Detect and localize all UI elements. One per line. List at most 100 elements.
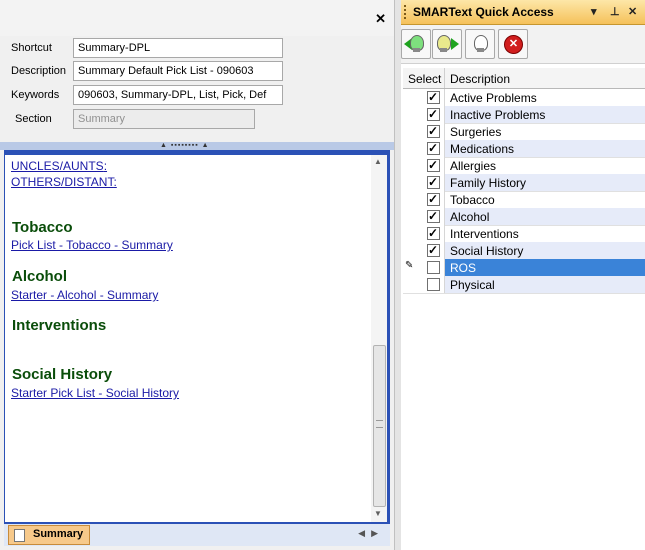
description-input[interactable]: Summary Default Pick List - 090603: [73, 61, 283, 81]
shortcut-form: Shortcut Summary-DPL Description Summary…: [0, 36, 394, 142]
cancel-button[interactable]: ✕: [498, 29, 528, 59]
scrollbar-thumb[interactable]: [373, 345, 386, 507]
row-label: Interventions: [450, 227, 519, 241]
row-label: Social History: [450, 244, 524, 258]
row-checkbox[interactable]: ✓: [427, 107, 440, 121]
shortcut-input[interactable]: Summary-DPL: [73, 38, 283, 58]
description-cell[interactable]: Interventions: [445, 225, 645, 242]
lightbulb-icon: [437, 35, 451, 52]
select-cell[interactable]: ✓: [403, 191, 445, 208]
link-others-distant[interactable]: OTHERS/DISTANT:: [11, 175, 117, 189]
document-icon: [14, 529, 25, 542]
keywords-input[interactable]: 090603, Summary-DPL, List, Pick, Def: [73, 85, 283, 105]
description-cell[interactable]: Social History: [445, 242, 645, 259]
checkmark-icon: ✓: [428, 90, 439, 104]
row-label: Family History: [450, 176, 527, 190]
lightbulb-icon: [410, 35, 424, 52]
select-cell[interactable]: ✓: [403, 225, 445, 242]
description-cell[interactable]: Surgeries: [445, 123, 645, 140]
vertical-scrollbar[interactable]: ▲ ▼: [371, 155, 387, 522]
grid-header: Select Description: [403, 68, 645, 89]
description-cell[interactable]: Inactive Problems: [445, 106, 645, 123]
row-checkbox[interactable]: ✓: [427, 158, 440, 172]
table-row[interactable]: ✓ Tobacco: [403, 191, 645, 209]
table-row[interactable]: Physical: [403, 276, 645, 294]
table-row[interactable]: ✓ Medications: [403, 140, 645, 158]
row-checkbox[interactable]: [427, 278, 440, 291]
row-checkbox[interactable]: ✓: [427, 124, 440, 138]
keywords-label: Keywords: [11, 89, 60, 101]
row-checkbox[interactable]: ✓: [427, 243, 440, 257]
row-checkbox[interactable]: [427, 261, 440, 274]
description-cell[interactable]: Tobacco: [445, 191, 645, 208]
description-cell[interactable]: Allergies: [445, 157, 645, 174]
description-cell[interactable]: Alcohol: [445, 208, 645, 225]
table-row[interactable]: ✓ Surgeries: [403, 123, 645, 141]
row-label: Physical: [450, 278, 495, 292]
select-cell[interactable]: ✓: [403, 106, 445, 123]
checkmark-icon: ✓: [428, 158, 439, 172]
stop-icon: ✕: [504, 35, 523, 54]
row-checkbox[interactable]: ✓: [427, 192, 440, 206]
select-cell[interactable]: ✓: [403, 157, 445, 174]
heading-social-history: Social History: [12, 366, 113, 383]
row-checkbox[interactable]: ✓: [427, 226, 440, 240]
scroll-up-icon[interactable]: ▲: [374, 157, 382, 166]
description-cell[interactable]: Active Problems: [445, 89, 645, 106]
row-label: Inactive Problems: [450, 108, 546, 122]
select-cell[interactable]: ✓: [403, 89, 445, 106]
table-row[interactable]: ✓ Active Problems: [403, 89, 645, 107]
row-label: ROS: [450, 261, 477, 275]
description-cell[interactable]: Medications: [445, 140, 645, 157]
tab-nav-arrows-icon[interactable]: ◀▶: [358, 528, 384, 539]
checkmark-icon: ✓: [428, 243, 439, 257]
row-label: Surgeries: [450, 125, 502, 139]
row-checkbox[interactable]: ✓: [427, 90, 440, 104]
splitter-handle[interactable]: ▲ ▪▪▪▪▪▪▪▪ ▲: [0, 142, 394, 150]
link-alcohol-starter[interactable]: Starter - Alcohol - Summary: [11, 288, 158, 302]
table-row[interactable]: ✓ Alcohol: [403, 208, 645, 226]
select-cell[interactable]: ✓: [403, 174, 445, 191]
link-uncles-aunts[interactable]: UNCLES/AUNTS:: [11, 159, 107, 173]
close-icon[interactable]: ✕: [628, 5, 637, 18]
row-checkbox[interactable]: ✓: [427, 141, 440, 155]
section-input: Summary: [73, 109, 255, 129]
select-cell[interactable]: ✓: [403, 208, 445, 225]
select-cell[interactable]: ✎: [403, 259, 445, 276]
select-cell[interactable]: ✓: [403, 140, 445, 157]
close-icon[interactable]: ✕: [375, 11, 386, 27]
table-row[interactable]: ✓ Inactive Problems: [403, 106, 645, 124]
drag-grip-icon[interactable]: [404, 5, 408, 19]
document-editor[interactable]: UNCLES/AUNTS: OTHERS/DISTANT: Tobacco Pi…: [5, 155, 371, 522]
column-header-description[interactable]: Description: [445, 68, 645, 88]
heading-alcohol: Alcohol: [12, 268, 67, 285]
description-cell[interactable]: ROS: [445, 259, 645, 276]
heading-tobacco: Tobacco: [12, 219, 73, 236]
tab-summary-label: Summary: [33, 528, 84, 540]
previous-button[interactable]: [401, 29, 431, 59]
tab-summary[interactable]: Summary: [8, 525, 90, 545]
link-tobacco-pick-list[interactable]: Pick List - Tobacco - Summary: [11, 238, 173, 252]
scroll-down-icon[interactable]: ▼: [374, 509, 382, 518]
select-cell[interactable]: [403, 276, 445, 293]
description-cell[interactable]: Physical: [445, 276, 645, 293]
table-row[interactable]: ✓ Interventions: [403, 225, 645, 243]
row-checkbox[interactable]: ✓: [427, 209, 440, 223]
table-row[interactable]: ✓ Allergies: [403, 157, 645, 175]
table-row[interactable]: ✓ Social History: [403, 242, 645, 260]
select-cell[interactable]: ✓: [403, 123, 445, 140]
pin-icon[interactable]: ⊥: [610, 5, 620, 18]
row-checkbox[interactable]: ✓: [427, 175, 440, 189]
splitter-grip-icon: ▲ ▪▪▪▪▪▪▪▪ ▲: [160, 142, 210, 149]
link-social-history-starter[interactable]: Starter Pick List - Social History: [11, 386, 179, 400]
table-row[interactable]: ✎ ROS: [403, 259, 645, 277]
select-cell[interactable]: ✓: [403, 242, 445, 259]
insert-button[interactable]: [465, 29, 495, 59]
editor-title-bar: ✕: [0, 0, 394, 36]
table-row[interactable]: ✓ Family History: [403, 174, 645, 192]
description-cell[interactable]: Family History: [445, 174, 645, 191]
dropdown-icon[interactable]: ▾: [591, 5, 597, 18]
column-header-select[interactable]: Select: [403, 68, 445, 88]
checkmark-icon: ✓: [428, 141, 439, 155]
next-button[interactable]: [432, 29, 462, 59]
